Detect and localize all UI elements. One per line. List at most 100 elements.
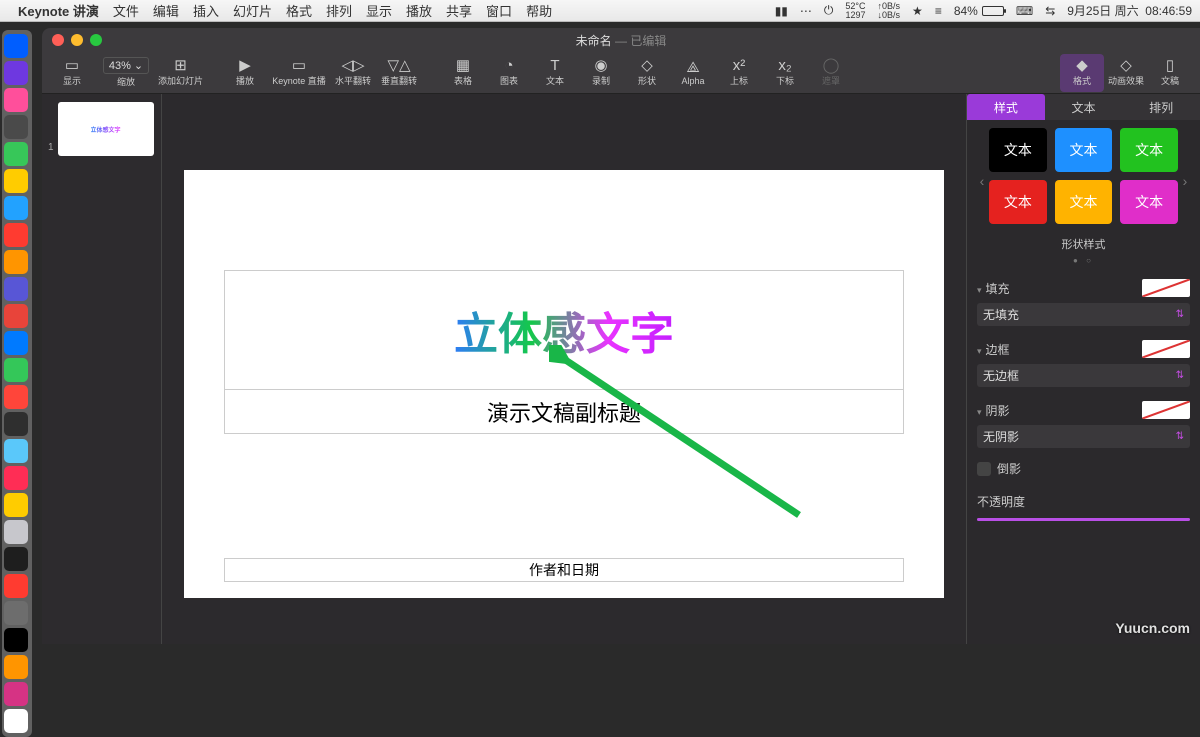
tab-arrange[interactable]: 排列 [1122, 94, 1200, 120]
menu-insert[interactable]: 插入 [193, 1, 219, 20]
border-section: ▾边框 无边框⇅ [977, 340, 1190, 387]
add-slide-button[interactable]: ⊞添加幻灯片 [158, 54, 203, 92]
dock-app-icon[interactable] [4, 223, 28, 247]
dock-app-icon[interactable] [4, 304, 28, 328]
dock-app-icon[interactable] [4, 439, 28, 463]
title-text[interactable]: 立体感文字 [454, 298, 674, 362]
style-swatch[interactable]: 文本 [1055, 128, 1113, 172]
disclosure-icon[interactable]: ▾ [977, 285, 982, 295]
menu-slide[interactable]: 幻灯片 [233, 1, 272, 20]
dock-app-icon[interactable] [4, 61, 28, 85]
status-icon[interactable]: ⏻ [824, 3, 834, 18]
keyboard-icon[interactable]: ⌨ [1016, 4, 1033, 18]
dock-app-icon[interactable] [4, 331, 28, 355]
shadow-select[interactable]: 无阴影⇅ [977, 425, 1190, 448]
alpha-button[interactable]: ⟁Alpha [671, 54, 715, 92]
slide[interactable]: 立体感文字 演示文稿副标题 作者和日期 [184, 170, 944, 598]
menu-share[interactable]: 共享 [446, 1, 472, 20]
title-placeholder[interactable]: 立体感文字 [224, 270, 904, 390]
dock-app-icon[interactable] [4, 385, 28, 409]
toolbar: ▭显示 43% ⌄缩放 ⊞添加幻灯片 ▶播放 ▭Keynote 直播 ◁▷水平翻… [42, 52, 1200, 94]
fliph-button[interactable]: ◁▷水平翻转 [331, 54, 375, 92]
menu-edit[interactable]: 编辑 [153, 1, 179, 20]
style-swatch[interactable]: 文本 [989, 128, 1047, 172]
clock[interactable]: 9月25日 周六 08:46:59 [1067, 2, 1192, 19]
status-icon[interactable]: ▮▮ [775, 4, 788, 18]
dock-app-icon[interactable] [4, 547, 28, 571]
footer-placeholder[interactable]: 作者和日期 [224, 558, 904, 582]
slide-navigator[interactable]: 1 立体感文字 [42, 94, 162, 644]
record-button[interactable]: ◉录制 [579, 54, 623, 92]
slide-number: 1 [48, 142, 54, 156]
dock-app-icon[interactable] [4, 709, 28, 733]
opacity-slider[interactable] [977, 518, 1190, 521]
dock-app-icon[interactable] [4, 196, 28, 220]
menu-play[interactable]: 播放 [406, 1, 432, 20]
slide-canvas[interactable]: 立体感文字 演示文稿副标题 作者和日期 [162, 94, 966, 644]
reflection-row[interactable]: 倒影 [977, 460, 1190, 477]
chevron-right-icon[interactable]: › [1180, 173, 1190, 189]
superscript-button[interactable]: x²上标 [717, 54, 761, 92]
battery-status[interactable]: 84% [954, 4, 1004, 18]
document-button[interactable]: ▯文稿 [1148, 54, 1192, 92]
menu-file[interactable]: 文件 [113, 1, 139, 20]
menu-arrange[interactable]: 排列 [326, 1, 352, 20]
format-button[interactable]: ◆格式 [1060, 54, 1104, 92]
dock-app-icon[interactable] [4, 601, 28, 625]
fill-preview[interactable] [1142, 279, 1190, 297]
dock-app-icon[interactable] [4, 682, 28, 706]
dock-app-icon[interactable] [4, 493, 28, 517]
disclosure-icon[interactable]: ▾ [977, 407, 982, 417]
style-swatch[interactable]: 文本 [1120, 180, 1178, 224]
slide-thumbnail[interactable]: 立体感文字 [58, 102, 154, 156]
live-button[interactable]: ▭Keynote 直播 [269, 54, 329, 92]
dock-app-icon[interactable] [4, 655, 28, 679]
dock-app-icon[interactable] [4, 250, 28, 274]
chevron-left-icon[interactable]: ‹ [977, 173, 987, 189]
disclosure-icon[interactable]: ▾ [977, 346, 982, 356]
status-icon[interactable]: ⋯ [800, 4, 812, 18]
chart-button[interactable]: ◔图表 [487, 54, 531, 92]
flipv-button[interactable]: ▽△垂直翻转 [377, 54, 421, 92]
menu-view[interactable]: 显示 [366, 1, 392, 20]
dock-app-icon[interactable] [4, 115, 28, 139]
reflection-checkbox[interactable] [977, 462, 991, 476]
zoom-button[interactable]: 43% ⌄缩放 [96, 54, 156, 92]
star-icon[interactable]: ★ [912, 4, 923, 18]
tab-style[interactable]: 样式 [967, 94, 1045, 120]
fill-select[interactable]: 无填充⇅ [977, 303, 1190, 326]
table-button[interactable]: ▦表格 [441, 54, 485, 92]
shadow-preview[interactable] [1142, 401, 1190, 419]
dock-app-icon[interactable] [4, 358, 28, 382]
menu-window[interactable]: 窗口 [486, 1, 512, 20]
text-button[interactable]: T文本 [533, 54, 577, 92]
dock-app-icon[interactable] [4, 520, 28, 544]
border-select[interactable]: 无边框⇅ [977, 364, 1190, 387]
subtitle-placeholder[interactable]: 演示文稿副标题 [224, 390, 904, 434]
shape-button[interactable]: ◇形状 [625, 54, 669, 92]
play-button[interactable]: ▶播放 [223, 54, 267, 92]
dock-app-icon[interactable] [4, 34, 28, 58]
dock-app-icon[interactable] [4, 574, 28, 598]
tab-text[interactable]: 文本 [1045, 94, 1123, 120]
dock-app-icon[interactable] [4, 277, 28, 301]
dock-app-icon[interactable] [4, 628, 28, 652]
dock-app-icon[interactable] [4, 88, 28, 112]
style-swatch[interactable]: 文本 [989, 180, 1047, 224]
menu-help[interactable]: 帮助 [526, 1, 552, 20]
subscript-button[interactable]: x₂下标 [763, 54, 807, 92]
view-button[interactable]: ▭显示 [50, 54, 94, 92]
dock-app-icon[interactable] [4, 142, 28, 166]
dock-app-icon[interactable] [4, 412, 28, 436]
animate-button[interactable]: ◇动画效果 [1104, 54, 1148, 92]
wifi-icon[interactable]: ⇆ [1045, 4, 1055, 18]
border-preview[interactable] [1142, 340, 1190, 358]
menu-format[interactable]: 格式 [286, 1, 312, 20]
menu-icon[interactable]: ≡ [935, 4, 942, 18]
watermark: Yuucn.com [1115, 620, 1190, 636]
dock-app-icon[interactable] [4, 169, 28, 193]
style-swatch[interactable]: 文本 [1120, 128, 1178, 172]
app-name[interactable]: Keynote 讲演 [18, 1, 99, 20]
style-swatch[interactable]: 文本 [1055, 180, 1113, 224]
dock-app-icon[interactable] [4, 466, 28, 490]
